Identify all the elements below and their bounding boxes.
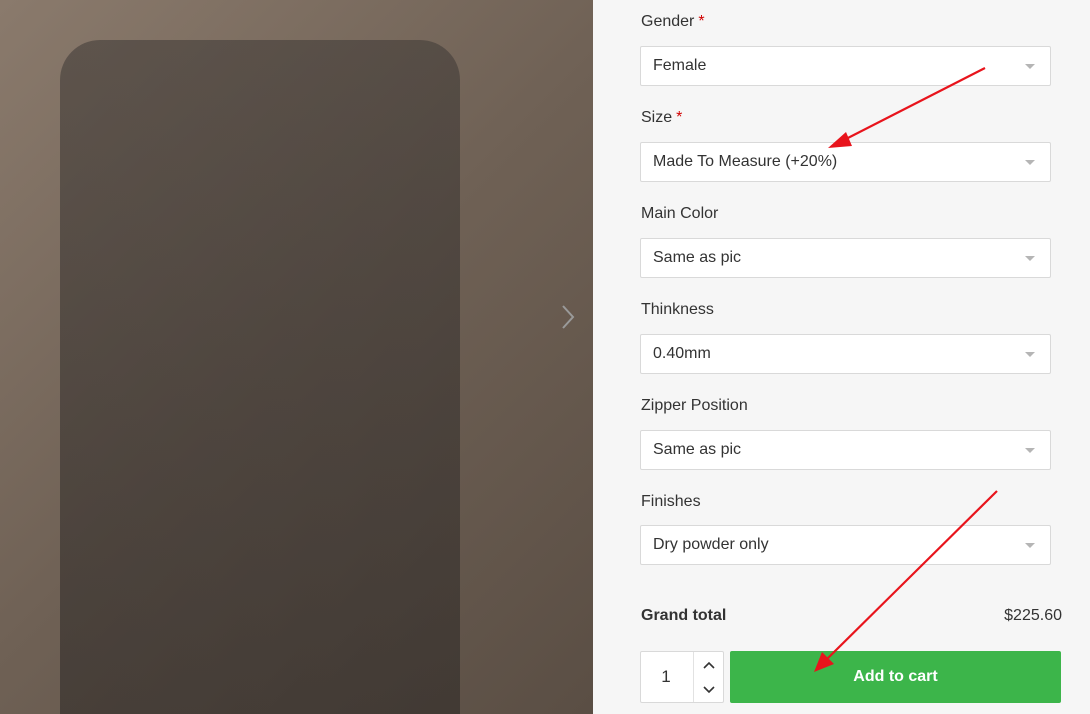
quantity-input[interactable]: 1 xyxy=(641,652,691,702)
zipper-position-selected-value: Same as pic xyxy=(653,441,742,458)
finishes-select[interactable]: Dry powder only xyxy=(640,525,1051,565)
gender-label: Gender * xyxy=(641,13,705,31)
thickness-select[interactable]: 0.40mm xyxy=(640,334,1051,374)
thickness-label-text: Thinkness xyxy=(641,301,714,318)
chevron-down-icon xyxy=(1025,543,1035,548)
add-to-cart-button[interactable]: Add to cart xyxy=(730,651,1061,703)
quantity-increase-button[interactable] xyxy=(694,652,724,677)
gallery-next-button[interactable] xyxy=(556,300,580,334)
main-color-selected-value: Same as pic xyxy=(653,249,742,266)
required-marker: * xyxy=(676,109,683,126)
chevron-down-icon xyxy=(1025,160,1035,165)
chevron-down-icon xyxy=(1025,352,1035,357)
main-color-select[interactable]: Same as pic xyxy=(640,238,1051,278)
main-color-label-text: Main Color xyxy=(641,205,719,222)
zipper-position-label: Zipper Position xyxy=(641,397,748,415)
size-selected-value: Made To Measure (+20%) xyxy=(653,153,838,170)
finishes-label: Finishes xyxy=(641,493,701,511)
product-image-placeholder xyxy=(60,40,460,714)
chevron-down-icon xyxy=(703,685,715,693)
chevron-down-icon xyxy=(1025,256,1035,261)
product-image-gallery xyxy=(0,0,593,714)
finishes-selected-value: Dry powder only xyxy=(653,536,769,553)
product-options-panel: Gender * Female Size * Made To Measure (+2… xyxy=(593,0,1090,714)
gender-selected-value: Female xyxy=(653,57,707,74)
zipper-position-label-text: Zipper Position xyxy=(641,397,748,414)
size-label: Size * xyxy=(641,109,682,127)
size-select[interactable]: Made To Measure (+20%) xyxy=(640,142,1051,182)
finishes-label-text: Finishes xyxy=(641,493,701,510)
thickness-label: Thinkness xyxy=(641,301,714,319)
required-marker: * xyxy=(698,13,705,30)
size-label-text: Size xyxy=(641,109,673,126)
chevron-right-icon xyxy=(562,305,575,329)
grand-total-value: $225.60 xyxy=(1004,607,1062,624)
gender-select[interactable]: Female xyxy=(640,46,1051,86)
quantity-decrease-button[interactable] xyxy=(694,677,724,702)
chevron-down-icon xyxy=(1025,448,1035,453)
thickness-selected-value: 0.40mm xyxy=(653,345,711,362)
chevron-down-icon xyxy=(1025,64,1035,69)
chevron-up-icon xyxy=(703,661,715,669)
gender-label-text: Gender xyxy=(641,13,695,30)
quantity-stepper: 1 xyxy=(640,651,724,703)
main-color-label: Main Color xyxy=(641,205,718,223)
zipper-position-select[interactable]: Same as pic xyxy=(640,430,1051,470)
grand-total-label: Grand total xyxy=(641,607,727,624)
